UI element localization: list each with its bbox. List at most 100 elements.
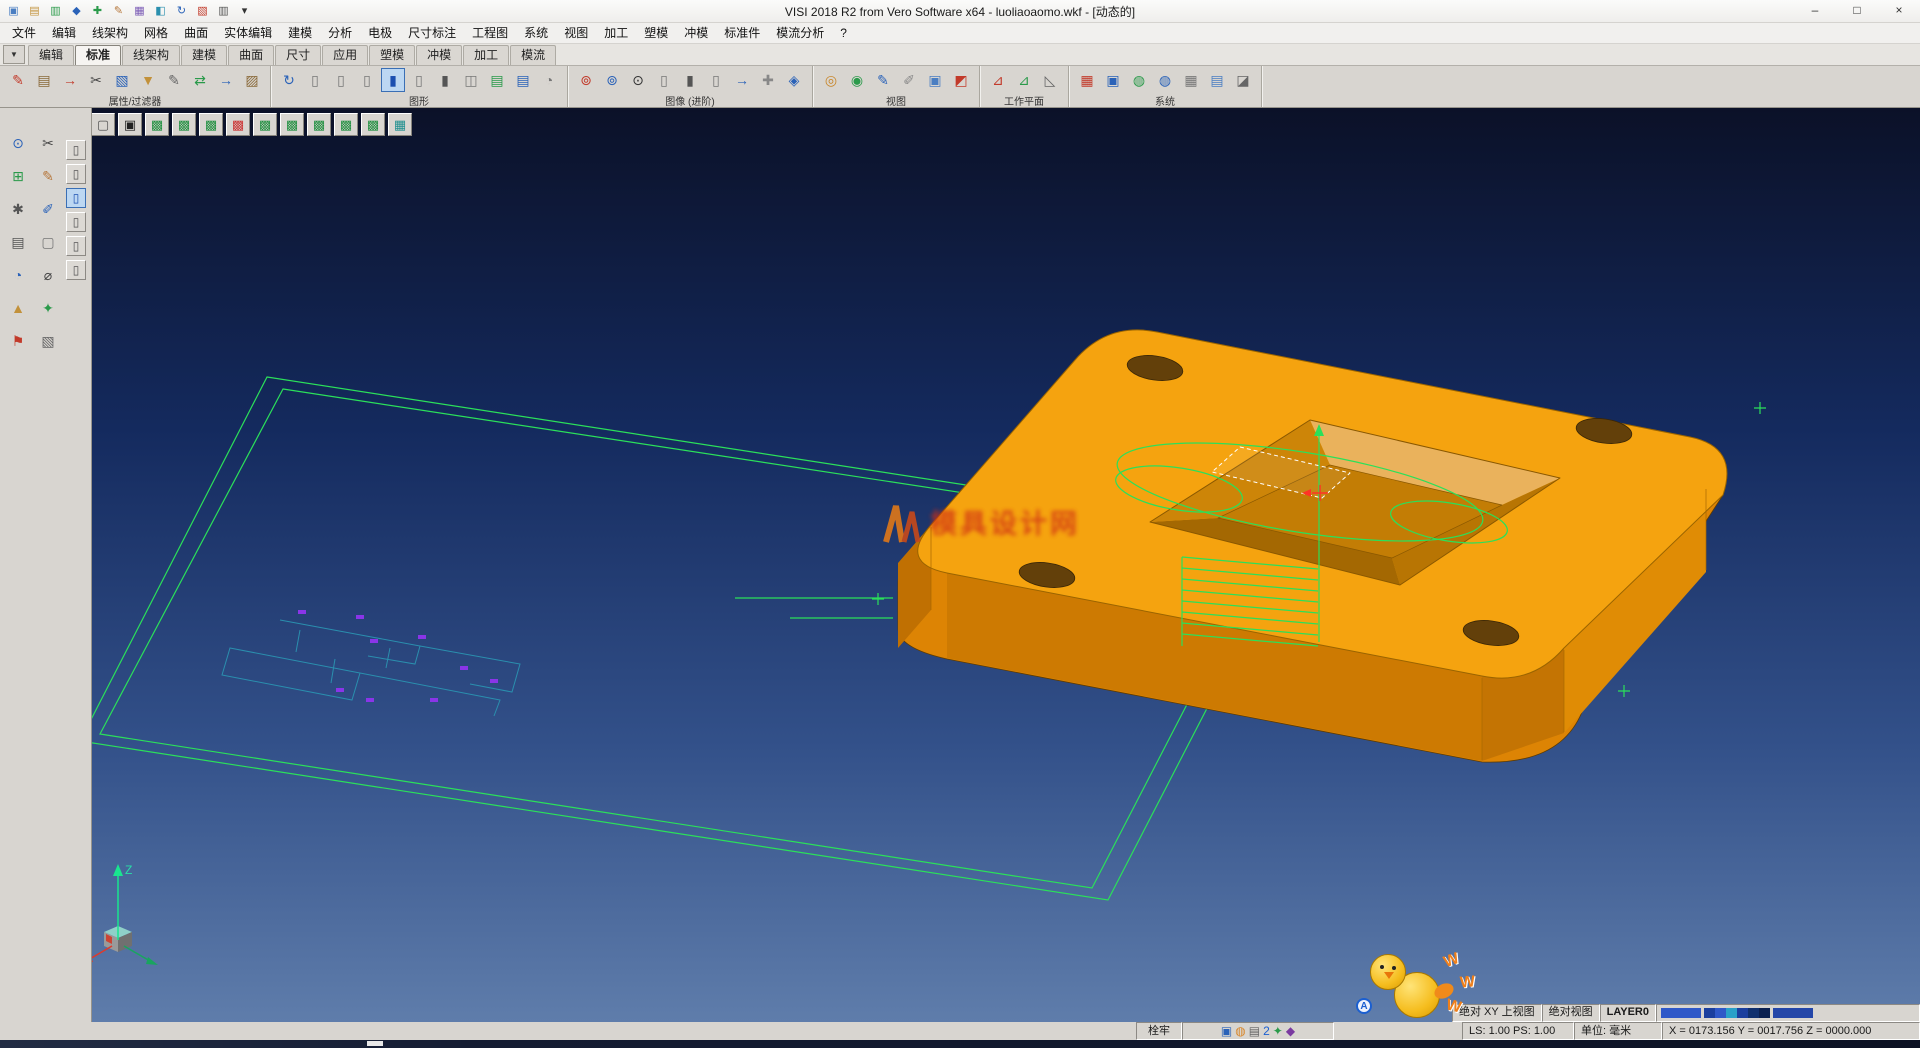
- side-tool-button[interactable]: ⊞: [5, 165, 31, 189]
- toolbar-button[interactable]: ✎: [871, 68, 895, 92]
- toolbar-button[interactable]: ▨: [240, 68, 264, 92]
- quick-access-icon[interactable]: ◆: [67, 2, 86, 20]
- color-swatch-cell[interactable]: [1759, 1008, 1770, 1018]
- menu-item[interactable]: 编辑: [44, 23, 84, 43]
- view-cube-button[interactable]: ▩: [361, 113, 385, 136]
- toolbar-button[interactable]: ▯: [329, 68, 353, 92]
- side-tool-button[interactable]: ✎: [35, 165, 61, 189]
- toolbar-button[interactable]: ▯: [704, 68, 728, 92]
- quick-access-icon[interactable]: ▥: [214, 2, 233, 20]
- tab-dropdown-button[interactable]: ▼: [3, 45, 25, 64]
- menu-item[interactable]: 加工: [596, 23, 636, 43]
- toolbar-button[interactable]: ⊚: [574, 68, 598, 92]
- toolbar-button[interactable]: ◫: [459, 68, 483, 92]
- statusbar-icon[interactable]: ✦: [1273, 1024, 1283, 1038]
- statusbar-icon[interactable]: ▤: [1249, 1024, 1260, 1038]
- toolbar-button[interactable]: ◔: [537, 68, 561, 92]
- quick-access-icon[interactable]: ▤: [25, 2, 44, 20]
- menu-item[interactable]: 系统: [516, 23, 556, 43]
- menu-item[interactable]: 视图: [556, 23, 596, 43]
- toolbar-button[interactable]: ◎: [819, 68, 843, 92]
- menu-item[interactable]: 冲模: [676, 23, 716, 43]
- side-tool-button[interactable]: ✂: [35, 132, 61, 156]
- toolbar-tab[interactable]: 曲面: [228, 45, 274, 65]
- clipboard-tool-button[interactable]: ▯: [66, 188, 86, 208]
- toolbar-button[interactable]: ◉: [845, 68, 869, 92]
- quick-access-icon[interactable]: ↻: [172, 2, 191, 20]
- toolbar-button[interactable]: →: [214, 68, 238, 92]
- circle-a-badge[interactable]: A: [1356, 998, 1372, 1014]
- viewport-3d[interactable]: [92, 108, 1920, 1022]
- color-swatch-cell[interactable]: [1748, 1008, 1759, 1018]
- toolbar-button[interactable]: ▤: [32, 68, 56, 92]
- menu-item[interactable]: 网格: [136, 23, 176, 43]
- view-cube-button[interactable]: ▣: [118, 113, 142, 136]
- color-swatch-cell[interactable]: [1704, 1008, 1715, 1018]
- toolbar-button[interactable]: ▯: [652, 68, 676, 92]
- side-tool-button[interactable]: ▤: [5, 231, 31, 255]
- side-tool-button[interactable]: ▢: [35, 231, 61, 255]
- menu-item[interactable]: 塑模: [636, 23, 676, 43]
- side-tool-button[interactable]: ◔: [5, 264, 31, 288]
- maximize-button[interactable]: □: [1836, 0, 1878, 22]
- toolbar-button[interactable]: ▤: [511, 68, 535, 92]
- toolbar-button[interactable]: ✚: [756, 68, 780, 92]
- toolbar-button[interactable]: ◍: [1127, 68, 1151, 92]
- quick-access-icon[interactable]: ▦: [130, 2, 149, 20]
- toolbar-tab[interactable]: 塑模: [369, 45, 415, 65]
- color-swatch-cell[interactable]: [1737, 1008, 1748, 1018]
- view-mode-indicator[interactable]: 绝对 XY 上视图: [1452, 1004, 1542, 1022]
- menu-item[interactable]: 尺寸标注: [400, 23, 464, 43]
- side-tool-button[interactable]: ✱: [5, 198, 31, 222]
- side-tool-button[interactable]: ⊙: [5, 132, 31, 156]
- side-tool-button[interactable]: ✦: [35, 297, 61, 321]
- toolbar-button[interactable]: ◈: [782, 68, 806, 92]
- snap-toggle[interactable]: 栓牢: [1136, 1022, 1182, 1040]
- toolbar-button[interactable]: →: [58, 68, 82, 92]
- quick-access-icon[interactable]: ▾: [235, 2, 254, 20]
- menu-item[interactable]: 线架构: [84, 23, 136, 43]
- toolbar-button[interactable]: ✂: [84, 68, 108, 92]
- toolbar-button[interactable]: ▮: [678, 68, 702, 92]
- menu-item[interactable]: 分析: [320, 23, 360, 43]
- toolbar-tab[interactable]: 标准: [75, 45, 121, 65]
- clipboard-tool-button[interactable]: ▯: [66, 164, 86, 184]
- toolbar-button[interactable]: ▤: [485, 68, 509, 92]
- quick-access-icon[interactable]: ▥: [46, 2, 65, 20]
- toolbar-button[interactable]: ◺: [1038, 68, 1062, 92]
- units-indicator[interactable]: 单位: 毫米: [1574, 1022, 1662, 1040]
- view-cube-button[interactable]: ▩: [280, 113, 304, 136]
- clipboard-tool-button[interactable]: ▯: [66, 260, 86, 280]
- close-button[interactable]: ×: [1878, 0, 1920, 22]
- toolbar-button[interactable]: ▧: [110, 68, 134, 92]
- menu-item[interactable]: 电极: [360, 23, 400, 43]
- view-cube-button[interactable]: ▩: [145, 113, 169, 136]
- toolbar-button[interactable]: ⊙: [626, 68, 650, 92]
- side-tool-button[interactable]: ⚑: [5, 330, 31, 354]
- color-swatch-cell[interactable]: [1715, 1008, 1726, 1018]
- menu-item[interactable]: 模流分析: [768, 23, 832, 43]
- toolbar-button[interactable]: ◩: [949, 68, 973, 92]
- side-tool-button[interactable]: ▲: [5, 297, 31, 321]
- menu-item[interactable]: 文件: [4, 23, 44, 43]
- toolbar-tab[interactable]: 线架构: [122, 45, 180, 65]
- toolbar-button[interactable]: →: [730, 68, 754, 92]
- quick-access-icon[interactable]: ▣: [4, 2, 23, 20]
- menu-item[interactable]: 标准件: [716, 23, 768, 43]
- clipboard-tool-button[interactable]: ▯: [66, 212, 86, 232]
- toolbar-button[interactable]: ↻: [277, 68, 301, 92]
- toolbar-button[interactable]: ✎: [162, 68, 186, 92]
- view-cube-button[interactable]: ▩: [307, 113, 331, 136]
- clipboard-tool-button[interactable]: ▯: [66, 236, 86, 256]
- toolbar-button[interactable]: ▦: [1179, 68, 1203, 92]
- menu-item[interactable]: 工程图: [464, 23, 516, 43]
- quick-access-icon[interactable]: ◧: [151, 2, 170, 20]
- toolbar-button[interactable]: ⇄: [188, 68, 212, 92]
- toolbar-button[interactable]: ▯: [355, 68, 379, 92]
- color-swatch-cell[interactable]: [1726, 1008, 1737, 1018]
- quick-access-icon[interactable]: ✚: [88, 2, 107, 20]
- color-bar-2[interactable]: [1773, 1008, 1813, 1018]
- menu-item[interactable]: 实体编辑: [216, 23, 280, 43]
- toolbar-button[interactable]: ▮: [381, 68, 405, 92]
- absolute-view-indicator[interactable]: 绝对视图: [1542, 1004, 1600, 1022]
